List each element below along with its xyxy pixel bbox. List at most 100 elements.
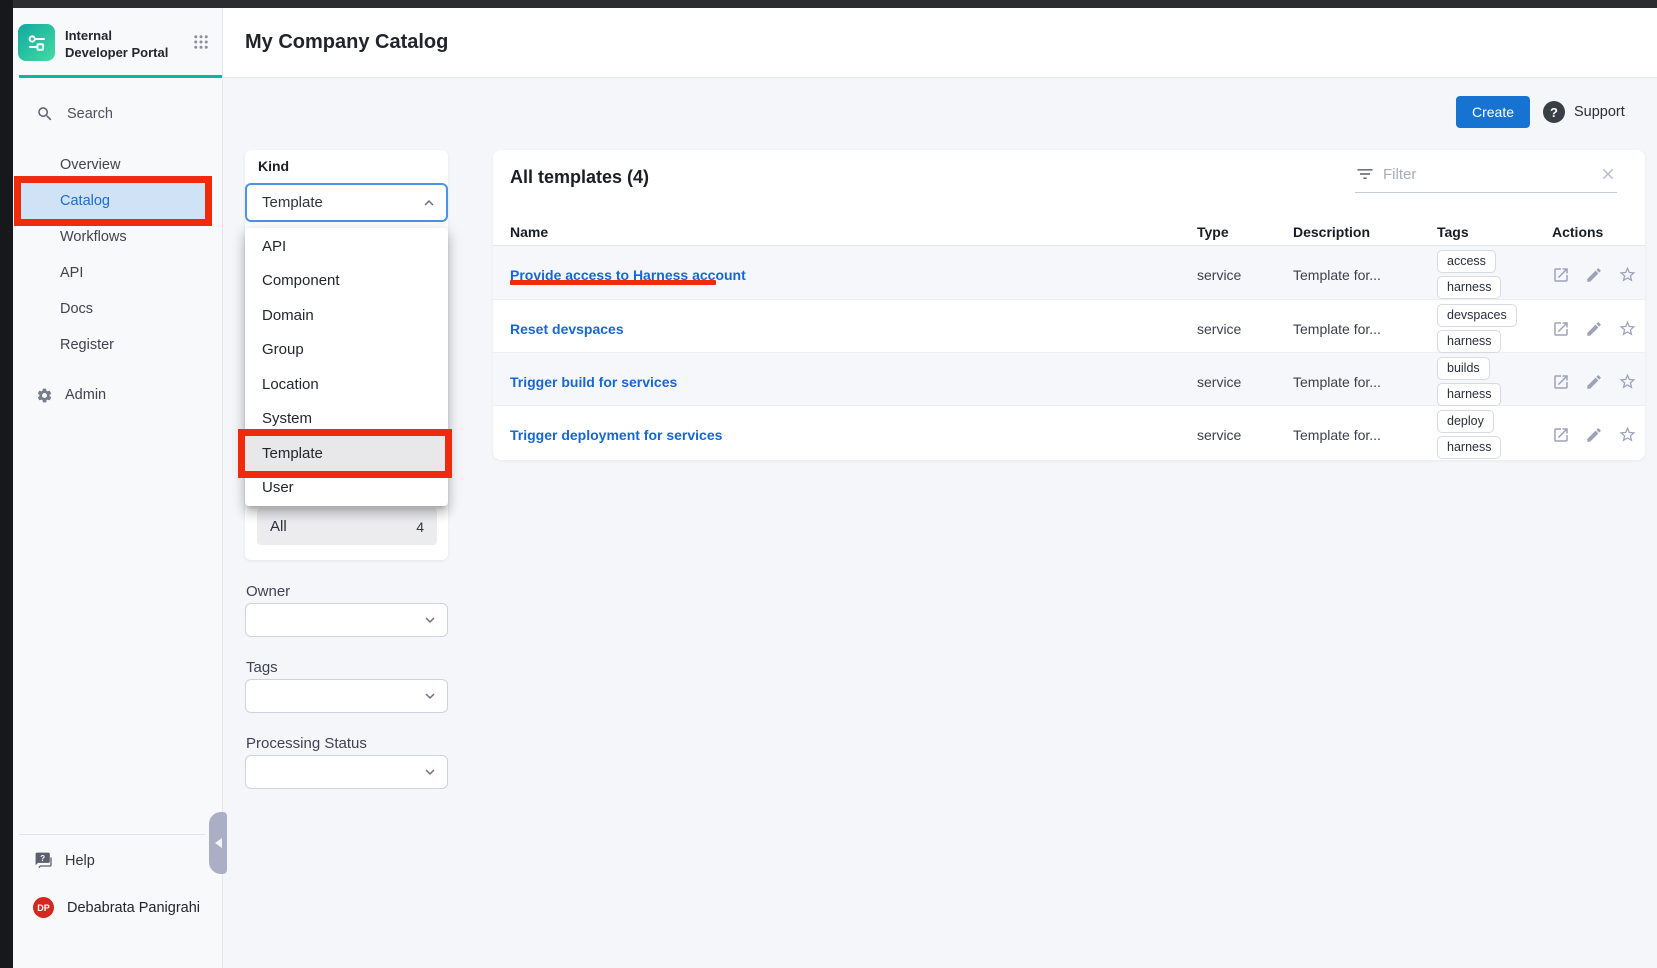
- tag-chip: access: [1437, 250, 1496, 273]
- page-title: My Company Catalog: [245, 31, 448, 54]
- sidebar-item-catalog-wrap: Catalog: [13, 183, 222, 219]
- description-cell: Template for...: [1293, 374, 1437, 390]
- page-header: My Company Catalog: [223, 8, 1657, 78]
- open-in-new-icon[interactable]: [1552, 426, 1570, 444]
- template-name-cell: Provide access to Harness account: [510, 246, 1197, 303]
- search-label: Search: [67, 106, 113, 122]
- kind-select[interactable]: Template: [245, 183, 448, 222]
- kind-option-system[interactable]: System: [245, 402, 448, 437]
- sidebar-item-catalog[interactable]: Catalog: [17, 183, 209, 219]
- tag-chip: harness: [1437, 330, 1501, 353]
- sidebar-item-admin[interactable]: Admin: [13, 387, 222, 404]
- description-cell: Template for...: [1293, 427, 1437, 443]
- template-name-cell: Reset devspaces: [510, 300, 1197, 357]
- actions-cell: [1552, 372, 1637, 391]
- sidebar-item-help[interactable]: ? Help: [13, 851, 222, 870]
- tags-select[interactable]: [245, 679, 448, 713]
- type-cell: service: [1197, 374, 1293, 390]
- sidebar-item-docs[interactable]: Docs: [13, 291, 222, 327]
- templates-table-card: All templates (4) Name Type Description …: [493, 150, 1645, 460]
- table-header-row: Name Type Description Tags Actions: [493, 218, 1645, 246]
- category-all-row[interactable]: All 4: [257, 508, 437, 545]
- table-filter-input[interactable]: [1383, 166, 1591, 183]
- tag-chip: builds: [1437, 357, 1490, 380]
- open-in-new-icon[interactable]: [1552, 266, 1570, 284]
- star-icon[interactable]: [1618, 265, 1637, 284]
- apps-grid-icon[interactable]: [192, 33, 210, 56]
- window-frame-top: [0, 0, 1657, 8]
- kind-option-template[interactable]: Template: [245, 436, 448, 471]
- kind-option-template-label: Template: [262, 445, 323, 462]
- tag-chip: deploy: [1437, 410, 1494, 433]
- kind-option-domain[interactable]: Domain: [245, 298, 448, 333]
- kind-option-location[interactable]: Location: [245, 367, 448, 402]
- kind-label: Kind: [258, 158, 289, 174]
- tag-chip: harness: [1437, 276, 1501, 299]
- sidebar-item-register[interactable]: Register: [13, 327, 222, 363]
- filter-icon: [1355, 164, 1375, 184]
- svg-text:?: ?: [40, 854, 45, 863]
- open-in-new-icon[interactable]: [1552, 320, 1570, 338]
- tag-chip: harness: [1437, 383, 1501, 406]
- sidebar-item-workflows[interactable]: Workflows: [13, 219, 222, 255]
- search-icon: [36, 105, 54, 123]
- edit-icon[interactable]: [1585, 373, 1603, 391]
- owner-select[interactable]: [245, 603, 448, 637]
- star-icon[interactable]: [1618, 425, 1637, 444]
- table-row: Trigger deployment for services service …: [493, 405, 1645, 458]
- template-link[interactable]: Trigger deployment for services: [510, 427, 722, 443]
- type-cell: service: [1197, 321, 1293, 337]
- category-all-count: 4: [416, 519, 424, 535]
- chevron-down-icon: [421, 763, 439, 781]
- tags-cell: deploy harness: [1437, 406, 1552, 463]
- column-header-description: Description: [1293, 224, 1437, 240]
- support-button[interactable]: ? Support: [1543, 96, 1625, 128]
- table-row: Trigger build for services service Templ…: [493, 352, 1645, 405]
- chevron-down-icon: [421, 611, 439, 629]
- gear-icon: [36, 387, 53, 404]
- description-cell: Template for...: [1293, 267, 1437, 283]
- processing-status-select[interactable]: [245, 755, 448, 789]
- description-cell: Template for...: [1293, 321, 1437, 337]
- create-button[interactable]: Create: [1456, 96, 1530, 128]
- window-frame-left: [0, 0, 13, 968]
- chevron-down-icon: [421, 687, 439, 705]
- template-link[interactable]: Trigger build for services: [510, 374, 677, 390]
- avatar: DP: [33, 897, 54, 918]
- template-link[interactable]: Reset devspaces: [510, 321, 624, 337]
- sidebar-item-search[interactable]: Search: [13, 105, 222, 123]
- kind-select-value: Template: [262, 194, 323, 211]
- star-icon[interactable]: [1618, 372, 1637, 391]
- sidebar-bottom: ? Help DP Debabrata Panigrahi: [13, 834, 222, 918]
- kind-option-group[interactable]: Group: [245, 333, 448, 368]
- column-header-type: Type: [1197, 224, 1293, 240]
- admin-label: Admin: [65, 387, 106, 403]
- user-menu[interactable]: DP Debabrata Panigrahi: [13, 897, 222, 918]
- brand: Internal Developer Portal: [13, 8, 222, 62]
- clear-filter-icon[interactable]: [1599, 165, 1617, 183]
- sidebar: Internal Developer Portal Search Overvie…: [13, 8, 223, 968]
- star-icon[interactable]: [1618, 319, 1637, 338]
- actions-cell: [1552, 265, 1637, 284]
- kind-option-api[interactable]: API: [245, 229, 448, 264]
- tags-cell: devspaces harness: [1437, 300, 1552, 357]
- kind-option-user[interactable]: User: [245, 471, 448, 506]
- sidebar-collapse-handle[interactable]: [209, 812, 227, 874]
- sidebar-item-api[interactable]: API: [13, 255, 222, 291]
- edit-icon[interactable]: [1585, 426, 1603, 444]
- sidebar-item-overview[interactable]: Overview: [13, 147, 222, 183]
- table-row: Reset devspaces service Template for... …: [493, 299, 1645, 352]
- sidebar-divider: [19, 834, 206, 835]
- actions-cell: [1552, 319, 1637, 338]
- column-header-name: Name: [510, 224, 1197, 240]
- brand-divider: [19, 75, 222, 78]
- edit-icon[interactable]: [1585, 320, 1603, 338]
- tags-filter-label: Tags: [246, 659, 278, 676]
- processing-status-label: Processing Status: [246, 735, 367, 752]
- annotation-underline: [510, 280, 716, 285]
- edit-icon[interactable]: [1585, 266, 1603, 284]
- open-in-new-icon[interactable]: [1552, 373, 1570, 391]
- kind-option-component[interactable]: Component: [245, 264, 448, 299]
- type-cell: service: [1197, 427, 1293, 443]
- actions-cell: [1552, 425, 1637, 444]
